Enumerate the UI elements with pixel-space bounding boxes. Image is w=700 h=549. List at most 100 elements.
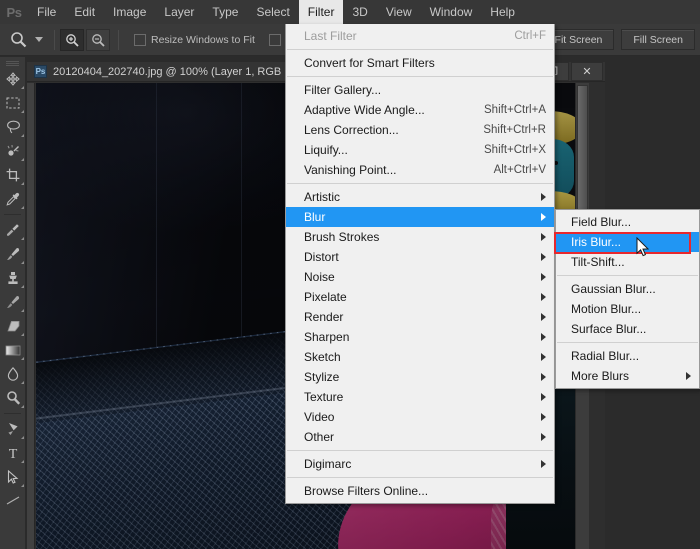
menu-item-label: Lens Correction... xyxy=(304,123,399,137)
gradient-tool[interactable] xyxy=(0,338,26,362)
healing-brush-tool[interactable] xyxy=(0,218,26,242)
rectangle-shape-tool[interactable] xyxy=(0,489,26,513)
dodge-tool[interactable] xyxy=(0,386,26,410)
fill-screen-button[interactable]: Fill Screen xyxy=(621,29,695,50)
filter-menu-item-browse-filters-online[interactable]: Browse Filters Online... xyxy=(286,481,554,501)
menu-item-label: Noise xyxy=(304,270,335,284)
filter-menu-item-digimarc[interactable]: Digimarc xyxy=(286,454,554,474)
submenu-arrow-icon xyxy=(541,213,546,221)
menubar-item-view[interactable]: View xyxy=(377,0,421,24)
menubar-item-help[interactable]: Help xyxy=(481,0,524,24)
menu-item-label: Vanishing Point... xyxy=(304,163,397,177)
filter-menu-item-other[interactable]: Other xyxy=(286,427,554,447)
filter-menu-item-vanishing-point[interactable]: Vanishing Point... Alt+Ctrl+V xyxy=(286,160,554,180)
filter-menu-item-stylize[interactable]: Stylize xyxy=(286,367,554,387)
lasso-tool[interactable] xyxy=(0,115,26,139)
blur-submenu-item-radial-blur[interactable]: Radial Blur... xyxy=(556,346,699,366)
filter-menu-item-sketch[interactable]: Sketch xyxy=(286,347,554,367)
filter-menu-item-lens-correction[interactable]: Lens Correction... Shift+Ctrl+R xyxy=(286,120,554,140)
checkbox-box[interactable] xyxy=(268,33,281,46)
menubar-item-edit[interactable]: Edit xyxy=(65,0,104,24)
menu-item-label: Video xyxy=(304,410,335,424)
submenu-item-label: Motion Blur... xyxy=(571,302,642,316)
filter-menu-item-sharpen[interactable]: Sharpen xyxy=(286,327,554,347)
zoom-out-button[interactable] xyxy=(86,28,110,51)
menubar-item-layer[interactable]: Layer xyxy=(155,0,203,24)
menubar-item-window[interactable]: Window xyxy=(421,0,482,24)
menubar-item-file[interactable]: File xyxy=(28,0,65,24)
menubar-item-select[interactable]: Select xyxy=(247,0,298,24)
submenu-arrow-icon xyxy=(541,313,546,321)
brush-tool[interactable] xyxy=(0,242,26,266)
toolbox-divider-2 xyxy=(4,413,21,414)
type-tool[interactable]: T xyxy=(0,441,26,465)
toolbox-grip[interactable] xyxy=(0,57,25,67)
history-brush-tool[interactable] xyxy=(0,290,26,314)
filter-menu-item-liquify[interactable]: Liquify... Shift+Ctrl+X xyxy=(286,140,554,160)
close-button[interactable]: ✕ xyxy=(571,62,603,81)
menu-bar: Ps File Edit Image Layer Type Select Filter 3D V… xyxy=(0,0,700,24)
submenu-separator xyxy=(557,342,698,343)
filter-menu-item-adaptive-wide-angle[interactable]: Adaptive Wide Angle... Shift+Ctrl+A xyxy=(286,100,554,120)
blur-submenu-item-surface-blur[interactable]: Surface Blur... xyxy=(556,319,699,339)
submenu-arrow-icon xyxy=(541,293,546,301)
submenu-item-label: More Blurs xyxy=(571,369,630,383)
submenu-arrow-icon xyxy=(541,353,546,361)
filter-menu-item-pixelate[interactable]: Pixelate xyxy=(286,287,554,307)
blur-submenu-item-field-blur[interactable]: Field Blur... xyxy=(556,212,699,232)
submenu-arrow-icon xyxy=(541,333,546,341)
menu-item-label: Other xyxy=(304,430,335,444)
blur-submenu-item-gaussian-blur[interactable]: Gaussian Blur... xyxy=(556,279,699,299)
blur-tool[interactable] xyxy=(0,362,26,386)
eraser-tool[interactable] xyxy=(0,314,26,338)
filter-menu-item-texture[interactable]: Texture xyxy=(286,387,554,407)
menubar-item-type[interactable]: Type xyxy=(203,0,247,24)
resize-windows-to-fit-checkbox[interactable]: Resize Windows to Fit xyxy=(134,33,255,46)
menubar-item-filter[interactable]: Filter xyxy=(298,0,344,24)
submenu-arrow-icon xyxy=(541,273,546,281)
blur-submenu-item-tilt-shift[interactable]: Tilt-Shift... xyxy=(556,252,699,272)
zoom-in-button[interactable] xyxy=(60,28,84,51)
menu-item-label: Filter Gallery... xyxy=(304,83,382,97)
submenu-arrow-icon xyxy=(541,460,546,468)
chevron-down-icon[interactable] xyxy=(35,37,43,42)
submenu-arrow-icon xyxy=(541,433,546,441)
filter-menu-item-distort[interactable]: Distort xyxy=(286,247,554,267)
toolbox-divider xyxy=(4,214,21,215)
menu-item-label: Blur xyxy=(304,210,326,224)
pen-tool[interactable] xyxy=(0,417,26,441)
filter-menu-item-filter-gallery[interactable]: Filter Gallery... xyxy=(286,80,554,100)
menu-item-label: Sketch xyxy=(304,350,341,364)
filter-menu-item-blur[interactable]: Blur xyxy=(286,207,554,227)
submenu-item-label: Surface Blur... xyxy=(571,322,647,336)
checkbox-box[interactable] xyxy=(134,33,146,46)
submenu-arrow-icon xyxy=(686,372,691,380)
blur-submenu[interactable]: Field Blur... Iris Blur... Tilt-Shift... Ga… xyxy=(555,209,700,389)
crop-tool[interactable] xyxy=(0,163,26,187)
clone-stamp-tool[interactable] xyxy=(0,266,26,290)
filter-menu-item-artistic[interactable]: Artistic xyxy=(286,187,554,207)
eyedropper-tool[interactable] xyxy=(0,187,26,211)
resize-windows-to-fit-label: Resize Windows to Fit xyxy=(151,33,255,46)
menubar-item-3d[interactable]: 3D xyxy=(343,0,376,24)
filter-menu-item-convert-for-smart-filters[interactable]: Convert for Smart Filters xyxy=(286,53,554,73)
submenu-arrow-icon xyxy=(541,393,546,401)
blur-submenu-item-motion-blur[interactable]: Motion Blur... xyxy=(556,299,699,319)
blur-submenu-item-iris-blur[interactable]: Iris Blur... xyxy=(556,232,699,252)
rectangular-marquee-tool[interactable] xyxy=(0,91,26,115)
blur-submenu-item-more-blurs[interactable]: More Blurs xyxy=(556,366,699,386)
menu-item-label: Render xyxy=(304,310,344,324)
submenu-arrow-icon xyxy=(541,233,546,241)
move-tool[interactable] xyxy=(0,67,26,91)
filter-menu[interactable]: Last Filter Ctrl+F Convert for Smart Filte… xyxy=(285,24,555,504)
filter-menu-item-noise[interactable]: Noise xyxy=(286,267,554,287)
filter-menu-item-brush-strokes[interactable]: Brush Strokes xyxy=(286,227,554,247)
menu-item-label: Liquify... xyxy=(304,143,348,157)
menu-item-label: Sharpen xyxy=(304,330,350,344)
filter-menu-item-video[interactable]: Video xyxy=(286,407,554,427)
zoom-tool-icon[interactable] xyxy=(3,25,33,55)
filter-menu-item-render[interactable]: Render xyxy=(286,307,554,327)
path-selection-tool[interactable] xyxy=(0,465,26,489)
quick-selection-tool[interactable] xyxy=(0,139,26,163)
menubar-item-image[interactable]: Image xyxy=(104,0,155,24)
